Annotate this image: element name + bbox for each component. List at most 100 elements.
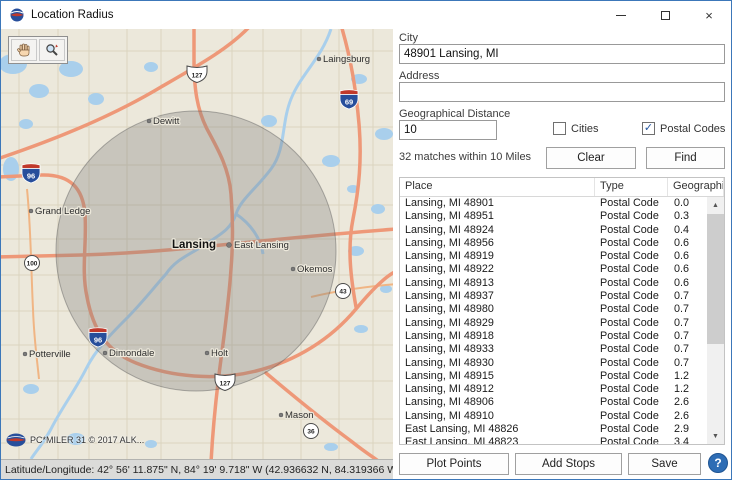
scrollbar-thumb[interactable] [707, 214, 724, 344]
row-type: Postal Code [595, 210, 668, 223]
row-distance: 0.7 [668, 343, 707, 356]
address-input[interactable] [399, 82, 725, 102]
row-place: Lansing, MI 48915 [400, 370, 595, 383]
row-place: Lansing, MI 48906 [400, 396, 595, 409]
column-header-place[interactable]: Place [400, 178, 595, 196]
row-type: Postal Code [595, 436, 668, 445]
row-distance: 3.4 [668, 436, 707, 445]
row-place: Lansing, MI 48980 [400, 303, 595, 316]
cities-checkbox-row[interactable]: Cities [553, 122, 599, 135]
row-type: Postal Code [595, 237, 668, 250]
table-row[interactable]: Lansing, MI 48901 Postal Code 0.0 [400, 197, 707, 210]
scroll-down-icon[interactable]: ▼ [707, 428, 724, 445]
table-row[interactable]: Lansing, MI 48910 Postal Code 2.6 [400, 410, 707, 423]
address-label: Address [399, 70, 439, 82]
svg-text:96: 96 [94, 336, 102, 345]
row-type: Postal Code [595, 423, 668, 436]
help-button[interactable]: ? [708, 453, 728, 473]
zoom-tool-button[interactable] [39, 39, 65, 61]
table-row[interactable]: Lansing, MI 48951 Postal Code 0.3 [400, 210, 707, 223]
postal-codes-checkbox-row[interactable]: Postal Codes [642, 122, 725, 135]
row-place: Lansing, MI 48918 [400, 330, 595, 343]
svg-text:43: 43 [339, 289, 347, 296]
row-type: Postal Code [595, 370, 668, 383]
row-place: Lansing, MI 48922 [400, 263, 595, 276]
table-row[interactable]: Lansing, MI 48915 Postal Code 1.2 [400, 370, 707, 383]
matches-count-text: 32 matches within 10 Miles [399, 151, 531, 163]
row-distance: 2.6 [668, 410, 707, 423]
window-title: Location Radius [31, 9, 113, 21]
distance-label: Geographical Distance [399, 108, 510, 120]
table-row[interactable]: Lansing, MI 48930 Postal Code 0.7 [400, 357, 707, 370]
search-panel: City Address Geographical Distance Citie… [393, 29, 731, 479]
table-row[interactable]: Lansing, MI 48906 Postal Code 2.6 [400, 396, 707, 409]
row-type: Postal Code [595, 224, 668, 237]
status-bar: Latitude/Longitude: 42° 56' 11.875" N, 8… [1, 459, 393, 480]
row-place: Lansing, MI 48930 [400, 357, 595, 370]
column-header-distance[interactable]: Geographical Di [668, 178, 724, 196]
table-row[interactable]: Lansing, MI 48919 Postal Code 0.6 [400, 250, 707, 263]
table-row[interactable]: Lansing, MI 48912 Postal Code 1.2 [400, 383, 707, 396]
table-row[interactable]: East Lansing, MI 48826 Postal Code 2.9 [400, 423, 707, 436]
row-type: Postal Code [595, 383, 668, 396]
add-stops-button[interactable]: Add Stops [515, 453, 622, 475]
table-row[interactable]: Lansing, MI 48980 Postal Code 0.7 [400, 303, 707, 316]
svg-text:Dimondale: Dimondale [109, 348, 154, 359]
pan-tool-button[interactable] [11, 39, 37, 61]
row-distance: 0.7 [668, 317, 707, 330]
table-row[interactable]: Lansing, MI 48922 Postal Code 0.6 [400, 263, 707, 276]
table-row[interactable]: Lansing, MI 48924 Postal Code 0.4 [400, 224, 707, 237]
city-label-okemos: Okemos [291, 264, 333, 275]
radius-circle [56, 111, 336, 391]
table-row[interactable]: Lansing, MI 48918 Postal Code 0.7 [400, 330, 707, 343]
row-distance: 1.2 [668, 370, 707, 383]
results-scrollbar[interactable]: ▲ ▼ [707, 197, 724, 445]
row-place: East Lansing, MI 48823 [400, 436, 595, 445]
map-canvas[interactable]: 96 96 69 127 127 100 43 [1, 29, 393, 459]
svg-text:100: 100 [27, 261, 38, 268]
minimize-button[interactable] [599, 1, 643, 29]
column-header-type[interactable]: Type [595, 178, 668, 196]
row-place: Lansing, MI 48933 [400, 343, 595, 356]
table-row[interactable]: Lansing, MI 48933 Postal Code 0.7 [400, 343, 707, 356]
postal-codes-checkbox[interactable] [642, 122, 655, 135]
row-distance: 0.4 [668, 224, 707, 237]
title-bar[interactable]: Location Radius × [1, 1, 731, 29]
svg-text:Mason: Mason [285, 410, 314, 421]
row-distance: 0.6 [668, 250, 707, 263]
table-row[interactable]: East Lansing, MI 48823 Postal Code 3.4 [400, 436, 707, 445]
distance-input[interactable] [399, 120, 497, 140]
interstate-96-shield: 96 [89, 328, 107, 347]
svg-text:Potterville: Potterville [29, 349, 71, 360]
svg-text:96: 96 [27, 172, 35, 181]
svg-text:127: 127 [192, 73, 203, 80]
find-button[interactable]: Find [646, 147, 725, 169]
svg-text:Okemos: Okemos [297, 264, 333, 275]
state-route-43-shield: 43 [336, 284, 351, 299]
table-row[interactable]: Lansing, MI 48913 Postal Code 0.6 [400, 277, 707, 290]
map-attribution: PC*MILER 31 © 2017 ALK... [6, 433, 144, 447]
clear-button[interactable]: Clear [546, 147, 636, 169]
table-row[interactable]: Lansing, MI 48937 Postal Code 0.7 [400, 290, 707, 303]
cities-checkbox[interactable] [553, 122, 566, 135]
row-place: Lansing, MI 48924 [400, 224, 595, 237]
svg-text:36: 36 [307, 429, 315, 436]
row-place: Lansing, MI 48937 [400, 290, 595, 303]
scroll-up-icon[interactable]: ▲ [707, 197, 724, 214]
row-distance: 0.3 [668, 210, 707, 223]
svg-text:127: 127 [220, 381, 231, 388]
table-row[interactable]: Lansing, MI 48956 Postal Code 0.6 [400, 237, 707, 250]
row-distance: 0.0 [668, 197, 707, 210]
close-button[interactable]: × [687, 1, 731, 29]
city-input[interactable] [399, 44, 725, 64]
app-logo-icon [9, 7, 25, 23]
save-button[interactable]: Save [628, 453, 701, 475]
table-row[interactable]: Lansing, MI 48929 Postal Code 0.7 [400, 317, 707, 330]
row-type: Postal Code [595, 263, 668, 276]
svg-text:East Lansing: East Lansing [234, 240, 289, 251]
svg-text:Holt: Holt [211, 348, 228, 359]
pcmiler-logo-icon [6, 433, 26, 447]
maximize-button[interactable] [643, 1, 687, 29]
plot-points-button[interactable]: Plot Points [399, 453, 509, 475]
row-place: Lansing, MI 48956 [400, 237, 595, 250]
